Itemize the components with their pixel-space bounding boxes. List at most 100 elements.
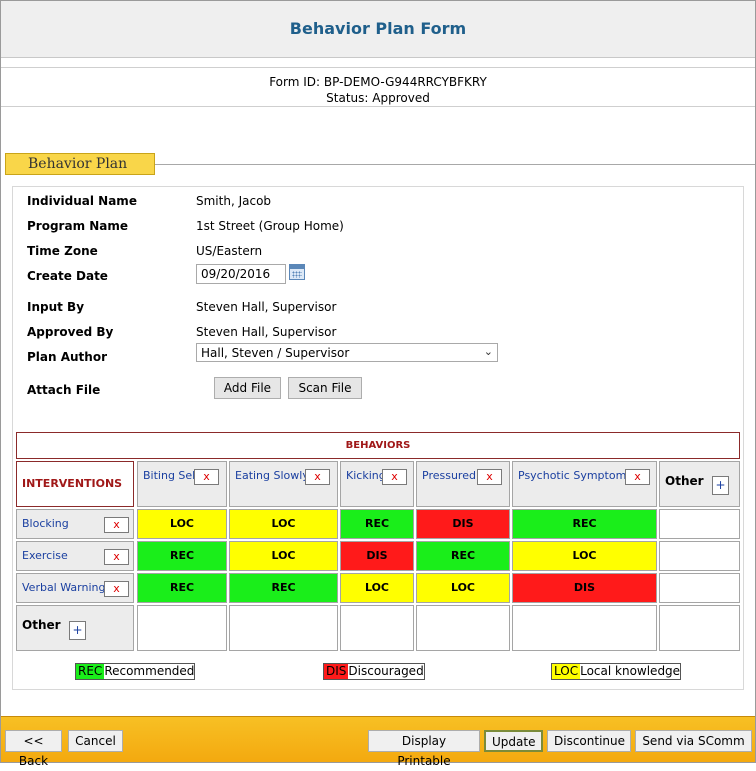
- remove-behavior-button[interactable]: x: [382, 469, 407, 485]
- form-meta: Form ID: BP-DEMO-G944RRCYBFKRY Status: A…: [1, 67, 755, 107]
- matrix-cell[interactable]: LOC: [512, 541, 657, 571]
- time-zone-value: US/Eastern: [196, 244, 263, 258]
- plan-author-select[interactable]: Hall, Steven / Supervisor ⌄: [196, 343, 498, 362]
- matrix-cell[interactable]: LOC: [340, 573, 414, 603]
- behavior-label[interactable]: Kicking: [346, 469, 386, 482]
- matrix-cell-empty: [659, 605, 740, 651]
- form-id: Form ID: BP-DEMO-G944RRCYBFKRY: [269, 75, 487, 89]
- legend-code: LOC: [552, 664, 581, 679]
- attach-file-label: Attach File: [27, 383, 101, 397]
- matrix-cell-empty: [512, 605, 657, 651]
- legend-label: Local knowledge: [580, 664, 681, 678]
- intervention-label[interactable]: Exercise: [22, 549, 68, 562]
- program-name-label: Program Name: [27, 219, 129, 233]
- matrix-cell-empty: [229, 605, 338, 651]
- remove-behavior-button[interactable]: x: [625, 469, 650, 485]
- interventions-header: INTERVENTIONS: [16, 461, 134, 507]
- add-behavior-button[interactable]: +: [712, 476, 729, 495]
- matrix-cell[interactable]: LOC: [137, 509, 227, 539]
- remove-behavior-button[interactable]: x: [194, 469, 219, 485]
- behavior-label[interactable]: Eating Slowly: [235, 469, 309, 482]
- approved-by-label: Approved By: [27, 325, 114, 339]
- matrix-cell[interactable]: REC: [340, 509, 414, 539]
- legend-label: Recommended: [104, 664, 195, 678]
- scan-file-button[interactable]: Scan File: [288, 377, 362, 399]
- individual-name-label: Individual Name: [27, 194, 137, 208]
- page-header: Behavior Plan Form: [1, 1, 755, 58]
- intervention-label[interactable]: Blocking: [22, 517, 69, 530]
- send-via-scomm-button[interactable]: Send via SComm: [635, 730, 752, 752]
- program-name-value: 1st Street (Group Home): [196, 219, 344, 233]
- individual-name-value: Smith, Jacob: [196, 194, 272, 208]
- legend-local-knowledge: LOC Local knowledge: [551, 663, 682, 680]
- plan-author-label: Plan Author: [27, 350, 107, 364]
- behaviors-header: BEHAVIORS: [16, 432, 740, 459]
- section-title: Behavior Plan: [5, 153, 155, 175]
- legend-code: REC: [76, 664, 105, 679]
- remove-behavior-button[interactable]: x: [477, 469, 502, 485]
- legend-discouraged: DIS Discouraged: [323, 663, 425, 680]
- behavior-label[interactable]: Pressured: [422, 469, 476, 482]
- matrix-cell[interactable]: REC: [137, 573, 227, 603]
- matrix-cell-empty: [659, 509, 740, 539]
- matrix-cell[interactable]: LOC: [229, 541, 338, 571]
- matrix-cell-empty: [340, 605, 414, 651]
- create-date-input[interactable]: [196, 264, 286, 284]
- matrix-cell[interactable]: REC: [229, 573, 338, 603]
- other-behavior-label: Other: [665, 474, 704, 488]
- matrix-cell-empty: [137, 605, 227, 651]
- create-date-label: Create Date: [27, 269, 108, 283]
- behavior-label[interactable]: Psychotic Symptoms: [518, 469, 632, 482]
- remove-intervention-button[interactable]: x: [104, 517, 129, 533]
- other-intervention-label: Other: [22, 618, 61, 632]
- intervention-label[interactable]: Verbal Warning: [22, 581, 105, 594]
- input-by-value: Steven Hall, Supervisor: [196, 300, 337, 314]
- add-intervention-button[interactable]: +: [69, 621, 86, 640]
- matrix-cell[interactable]: DIS: [512, 573, 657, 603]
- matrix-cell[interactable]: LOC: [229, 509, 338, 539]
- matrix-cell[interactable]: REC: [137, 541, 227, 571]
- matrix-cell[interactable]: REC: [512, 509, 657, 539]
- behavior-header-biting-self: Biting Self x: [137, 461, 227, 507]
- matrix-cell[interactable]: LOC: [416, 573, 510, 603]
- remove-behavior-button[interactable]: x: [305, 469, 330, 485]
- behavior-plan-panel: Individual Name Smith, Jacob Program Nam…: [12, 186, 744, 690]
- matrix-cell[interactable]: DIS: [340, 541, 414, 571]
- behavior-header-psychotic-symptoms: Psychotic Symptoms x: [512, 461, 657, 507]
- intervention-row-other: Other +: [16, 605, 134, 651]
- update-button[interactable]: Update: [484, 730, 543, 752]
- chevron-down-icon: ⌄: [483, 345, 493, 358]
- add-file-button[interactable]: Add File: [214, 377, 281, 399]
- approved-by-value: Steven Hall, Supervisor: [196, 325, 337, 339]
- input-by-label: Input By: [27, 300, 85, 314]
- matrix-cell[interactable]: DIS: [416, 509, 510, 539]
- plan-author-selected: Hall, Steven / Supervisor: [201, 346, 350, 360]
- display-printable-button[interactable]: Display Printable: [368, 730, 480, 768]
- time-zone-label: Time Zone: [27, 244, 98, 258]
- matrix-cell[interactable]: REC: [416, 541, 510, 571]
- matrix-cell-empty: [659, 573, 740, 603]
- form-status: Status: Approved: [326, 91, 430, 105]
- remove-intervention-button[interactable]: x: [104, 549, 129, 565]
- behavior-header-other: Other +: [659, 461, 740, 507]
- behavior-header-kicking: Kicking x: [340, 461, 414, 507]
- matrix-cell-empty: [659, 541, 740, 571]
- page-title: Behavior Plan Form: [289, 19, 467, 38]
- section-divider: [155, 164, 755, 165]
- behavior-header-pressured: Pressured x: [416, 461, 510, 507]
- legend-recommended: REC Recommended: [75, 663, 196, 680]
- intervention-row-blocking: Blocking x: [16, 509, 134, 539]
- behavior-label[interactable]: Biting Self: [143, 469, 199, 482]
- back-button[interactable]: << Back: [5, 730, 62, 768]
- behavior-header-eating-slowly: Eating Slowly x: [229, 461, 338, 507]
- discontinue-button[interactable]: Discontinue: [547, 730, 631, 752]
- legend-label: Discouraged: [348, 664, 424, 678]
- intervention-row-verbal-warning: Verbal Warning x: [16, 573, 134, 603]
- cancel-button[interactable]: Cancel: [68, 730, 123, 752]
- legend-code: DIS: [324, 664, 349, 679]
- calendar-icon[interactable]: [289, 264, 305, 280]
- intervention-row-exercise: Exercise x: [16, 541, 134, 571]
- remove-intervention-button[interactable]: x: [104, 581, 129, 597]
- matrix-cell-empty: [416, 605, 510, 651]
- footer-toolbar: << Back Cancel Display Printable Update …: [1, 716, 755, 768]
